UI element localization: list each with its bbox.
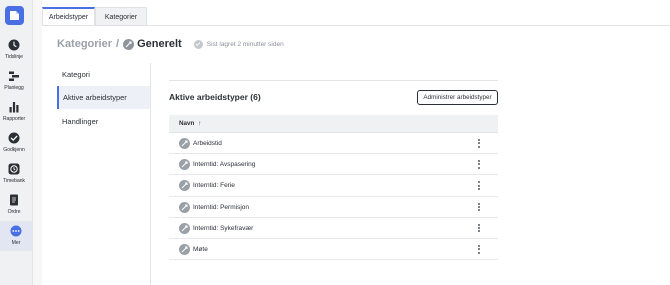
table-row[interactable]: Interntid: Ferie xyxy=(169,175,498,197)
row-label: Arbeidstid xyxy=(193,140,222,147)
timebank-icon xyxy=(8,163,20,175)
sidebar: Tidslinje Planlegg Rapporter Godkjenn Ti… xyxy=(0,0,33,285)
breadcrumb-separator: / xyxy=(116,38,120,50)
menu-divider xyxy=(150,63,151,285)
menu-item-kategori[interactable]: Kategori xyxy=(57,63,150,86)
table-row[interactable]: Interntid: Sykefravær xyxy=(169,218,498,239)
table-row[interactable]: Møte xyxy=(169,239,498,261)
check-circle-icon xyxy=(8,132,20,144)
sidebar-item-timebank[interactable]: Timebank xyxy=(0,163,28,184)
category-icon xyxy=(123,38,135,50)
row-label: Interntid: Permisjon xyxy=(193,203,249,211)
breadcrumb-kategorier[interactable]: Kategorier xyxy=(57,38,112,50)
sidebar-item-label: Rapporter xyxy=(2,116,26,122)
tab-divider xyxy=(42,25,670,26)
sort-ascending-icon: ↑ xyxy=(198,120,202,127)
row-label: Interntid: Ferie xyxy=(193,182,235,190)
more-options-icon[interactable] xyxy=(475,139,483,149)
sidebar-item-godkjenn[interactable]: Godkjenn xyxy=(0,132,28,153)
sidebar-item-ordre[interactable]: Ordre xyxy=(0,194,28,215)
page-header: Kategorier / Generelt Sist lagret 2 minu… xyxy=(57,37,284,51)
more-options-icon[interactable] xyxy=(475,244,483,255)
more-options-icon[interactable] xyxy=(475,181,483,191)
table-row[interactable]: Interntid: Permisjon xyxy=(169,197,498,218)
table-row[interactable]: Arbeidstid xyxy=(169,133,498,155)
more-options-icon[interactable] xyxy=(475,160,483,170)
column-header-label: Navn xyxy=(179,120,195,127)
sidebar-item-label: Tidslinje xyxy=(5,54,23,60)
row-label: Interntid: Sykefravær xyxy=(193,224,254,232)
menu-item-aktive-arbeidstyper[interactable]: Aktive arbeidstyper xyxy=(57,86,150,109)
work-type-icon xyxy=(179,180,190,192)
section-divider xyxy=(169,80,498,81)
sidebar-item-label: Timebank xyxy=(3,178,25,184)
page-title: Generelt xyxy=(137,38,182,50)
sidebar-gutter xyxy=(33,0,42,285)
sidebar-item-rapporter[interactable]: Rapporter xyxy=(0,101,28,122)
sidebar-item-label: Mer xyxy=(11,240,21,246)
clock-icon xyxy=(8,39,20,51)
work-type-icon xyxy=(179,201,190,213)
document-icon xyxy=(10,194,18,206)
check-icon xyxy=(193,39,203,49)
work-type-icon xyxy=(179,138,190,149)
manage-work-types-button[interactable]: Administrer arbeidstyper xyxy=(417,90,498,105)
more-icon xyxy=(10,225,22,237)
bar-chart-icon xyxy=(9,102,19,113)
work-type-icon xyxy=(179,159,190,171)
section-title: Aktive arbeidstyper (6) xyxy=(169,92,261,102)
row-label: Interntid: Avspasering xyxy=(193,161,256,169)
tab-arbeidstyper[interactable]: Arbeidstyper xyxy=(42,7,95,26)
table-row[interactable]: Interntid: Avspasering xyxy=(169,154,498,176)
sidebar-item-label: Planlegg xyxy=(4,85,24,91)
save-status: Sist lagret 2 minutter siden xyxy=(193,39,284,49)
row-label: Møte xyxy=(193,245,208,253)
logo-icon xyxy=(10,11,19,20)
tab-kategorier[interactable]: Kategorier xyxy=(95,7,147,26)
menu-item-handlinger[interactable]: Handlinger xyxy=(57,110,150,133)
sidebar-item-label: Godkjenn xyxy=(3,147,25,153)
work-types-table: Navn ↑ Arbeidstid Interntid: Avspasering… xyxy=(169,115,498,261)
sidebar-item-label: Ordre xyxy=(7,209,21,215)
app-logo[interactable] xyxy=(5,6,24,25)
sidebar-item-tidslinje[interactable]: Tidslinje xyxy=(0,39,28,60)
work-type-icon xyxy=(179,243,190,255)
column-header-navn[interactable]: Navn ↑ xyxy=(169,115,498,133)
sidebar-item-mer[interactable]: Mer xyxy=(0,221,32,251)
more-options-icon[interactable] xyxy=(475,202,483,213)
save-status-text: Sist lagret 2 minutter siden xyxy=(206,40,284,48)
plan-icon xyxy=(9,71,19,81)
sidebar-item-planlegg[interactable]: Planlegg xyxy=(0,70,28,91)
more-options-icon[interactable] xyxy=(475,223,483,234)
work-type-icon xyxy=(179,222,190,234)
